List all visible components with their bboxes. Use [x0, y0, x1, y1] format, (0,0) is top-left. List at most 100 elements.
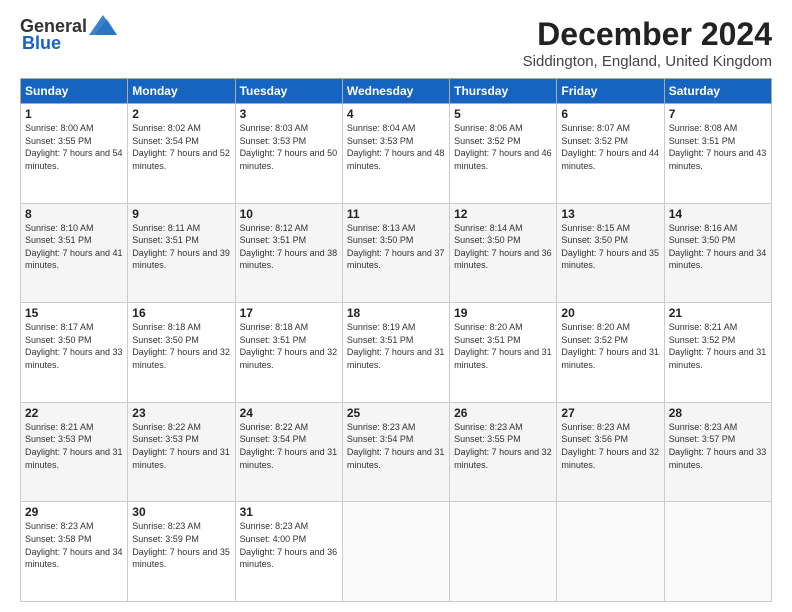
table-row: 19Sunrise: 8:20 AMSunset: 3:51 PMDayligh… [450, 303, 557, 403]
day-number: 5 [454, 107, 552, 121]
day-number: 23 [132, 406, 230, 420]
table-row: 28Sunrise: 8:23 AMSunset: 3:57 PMDayligh… [664, 402, 771, 502]
day-info: Sunrise: 8:23 AMSunset: 3:55 PMDaylight:… [454, 421, 552, 471]
day-number: 22 [25, 406, 123, 420]
day-number: 29 [25, 505, 123, 519]
header-wednesday: Wednesday [342, 79, 449, 104]
logo: General Blue [20, 16, 117, 54]
header-tuesday: Tuesday [235, 79, 342, 104]
day-number: 13 [561, 207, 659, 221]
calendar-row: 15Sunrise: 8:17 AMSunset: 3:50 PMDayligh… [21, 303, 772, 403]
day-info: Sunrise: 8:19 AMSunset: 3:51 PMDaylight:… [347, 321, 445, 371]
calendar-header-row: Sunday Monday Tuesday Wednesday Thursday… [21, 79, 772, 104]
day-info: Sunrise: 8:03 AMSunset: 3:53 PMDaylight:… [240, 122, 338, 172]
table-row: 11Sunrise: 8:13 AMSunset: 3:50 PMDayligh… [342, 203, 449, 303]
day-info: Sunrise: 8:23 AMSunset: 3:54 PMDaylight:… [347, 421, 445, 471]
table-row: 14Sunrise: 8:16 AMSunset: 3:50 PMDayligh… [664, 203, 771, 303]
day-info: Sunrise: 8:14 AMSunset: 3:50 PMDaylight:… [454, 222, 552, 272]
table-row: 20Sunrise: 8:20 AMSunset: 3:52 PMDayligh… [557, 303, 664, 403]
table-row: 3Sunrise: 8:03 AMSunset: 3:53 PMDaylight… [235, 104, 342, 204]
table-row: 17Sunrise: 8:18 AMSunset: 3:51 PMDayligh… [235, 303, 342, 403]
day-number: 16 [132, 306, 230, 320]
month-title: December 2024 [523, 16, 772, 53]
day-info: Sunrise: 8:08 AMSunset: 3:51 PMDaylight:… [669, 122, 767, 172]
day-info: Sunrise: 8:17 AMSunset: 3:50 PMDaylight:… [25, 321, 123, 371]
header-monday: Monday [128, 79, 235, 104]
day-info: Sunrise: 8:22 AMSunset: 3:53 PMDaylight:… [132, 421, 230, 471]
table-row [557, 502, 664, 602]
table-row: 6Sunrise: 8:07 AMSunset: 3:52 PMDaylight… [557, 104, 664, 204]
day-number: 31 [240, 505, 338, 519]
logo-icon [89, 15, 117, 35]
calendar-row: 29Sunrise: 8:23 AMSunset: 3:58 PMDayligh… [21, 502, 772, 602]
day-info: Sunrise: 8:02 AMSunset: 3:54 PMDaylight:… [132, 122, 230, 172]
location: Siddington, England, United Kingdom [523, 53, 772, 70]
table-row: 12Sunrise: 8:14 AMSunset: 3:50 PMDayligh… [450, 203, 557, 303]
day-number: 28 [669, 406, 767, 420]
table-row: 27Sunrise: 8:23 AMSunset: 3:56 PMDayligh… [557, 402, 664, 502]
table-row: 22Sunrise: 8:21 AMSunset: 3:53 PMDayligh… [21, 402, 128, 502]
title-area: December 2024 Siddington, England, Unite… [523, 16, 772, 70]
day-number: 27 [561, 406, 659, 420]
table-row: 13Sunrise: 8:15 AMSunset: 3:50 PMDayligh… [557, 203, 664, 303]
day-info: Sunrise: 8:04 AMSunset: 3:53 PMDaylight:… [347, 122, 445, 172]
header-thursday: Thursday [450, 79, 557, 104]
table-row: 23Sunrise: 8:22 AMSunset: 3:53 PMDayligh… [128, 402, 235, 502]
table-row: 31Sunrise: 8:23 AMSunset: 4:00 PMDayligh… [235, 502, 342, 602]
page: General Blue December 2024 Siddington, E… [0, 0, 792, 612]
table-row: 21Sunrise: 8:21 AMSunset: 3:52 PMDayligh… [664, 303, 771, 403]
day-number: 14 [669, 207, 767, 221]
day-number: 18 [347, 306, 445, 320]
day-info: Sunrise: 8:23 AMSunset: 3:57 PMDaylight:… [669, 421, 767, 471]
day-number: 8 [25, 207, 123, 221]
day-info: Sunrise: 8:18 AMSunset: 3:51 PMDaylight:… [240, 321, 338, 371]
day-number: 10 [240, 207, 338, 221]
day-number: 20 [561, 306, 659, 320]
day-info: Sunrise: 8:22 AMSunset: 3:54 PMDaylight:… [240, 421, 338, 471]
table-row: 30Sunrise: 8:23 AMSunset: 3:59 PMDayligh… [128, 502, 235, 602]
day-number: 26 [454, 406, 552, 420]
day-info: Sunrise: 8:16 AMSunset: 3:50 PMDaylight:… [669, 222, 767, 272]
day-info: Sunrise: 8:23 AMSunset: 4:00 PMDaylight:… [240, 520, 338, 570]
day-info: Sunrise: 8:06 AMSunset: 3:52 PMDaylight:… [454, 122, 552, 172]
table-row [664, 502, 771, 602]
table-row [342, 502, 449, 602]
calendar-row: 8Sunrise: 8:10 AMSunset: 3:51 PMDaylight… [21, 203, 772, 303]
table-row: 18Sunrise: 8:19 AMSunset: 3:51 PMDayligh… [342, 303, 449, 403]
day-number: 21 [669, 306, 767, 320]
table-row: 8Sunrise: 8:10 AMSunset: 3:51 PMDaylight… [21, 203, 128, 303]
day-number: 3 [240, 107, 338, 121]
day-info: Sunrise: 8:15 AMSunset: 3:50 PMDaylight:… [561, 222, 659, 272]
calendar: Sunday Monday Tuesday Wednesday Thursday… [20, 78, 772, 602]
day-info: Sunrise: 8:12 AMSunset: 3:51 PMDaylight:… [240, 222, 338, 272]
day-number: 15 [25, 306, 123, 320]
day-info: Sunrise: 8:00 AMSunset: 3:55 PMDaylight:… [25, 122, 123, 172]
table-row: 16Sunrise: 8:18 AMSunset: 3:50 PMDayligh… [128, 303, 235, 403]
day-info: Sunrise: 8:18 AMSunset: 3:50 PMDaylight:… [132, 321, 230, 371]
day-number: 11 [347, 207, 445, 221]
calendar-row: 22Sunrise: 8:21 AMSunset: 3:53 PMDayligh… [21, 402, 772, 502]
day-info: Sunrise: 8:23 AMSunset: 3:59 PMDaylight:… [132, 520, 230, 570]
table-row: 24Sunrise: 8:22 AMSunset: 3:54 PMDayligh… [235, 402, 342, 502]
table-row: 29Sunrise: 8:23 AMSunset: 3:58 PMDayligh… [21, 502, 128, 602]
day-number: 12 [454, 207, 552, 221]
header: General Blue December 2024 Siddington, E… [20, 16, 772, 70]
day-number: 30 [132, 505, 230, 519]
table-row: 5Sunrise: 8:06 AMSunset: 3:52 PMDaylight… [450, 104, 557, 204]
table-row: 25Sunrise: 8:23 AMSunset: 3:54 PMDayligh… [342, 402, 449, 502]
day-info: Sunrise: 8:23 AMSunset: 3:58 PMDaylight:… [25, 520, 123, 570]
table-row: 15Sunrise: 8:17 AMSunset: 3:50 PMDayligh… [21, 303, 128, 403]
day-number: 25 [347, 406, 445, 420]
day-number: 17 [240, 306, 338, 320]
logo-blue: Blue [22, 33, 61, 54]
header-saturday: Saturday [664, 79, 771, 104]
day-info: Sunrise: 8:07 AMSunset: 3:52 PMDaylight:… [561, 122, 659, 172]
table-row: 1Sunrise: 8:00 AMSunset: 3:55 PMDaylight… [21, 104, 128, 204]
calendar-row: 1Sunrise: 8:00 AMSunset: 3:55 PMDaylight… [21, 104, 772, 204]
day-info: Sunrise: 8:21 AMSunset: 3:52 PMDaylight:… [669, 321, 767, 371]
day-number: 24 [240, 406, 338, 420]
table-row: 7Sunrise: 8:08 AMSunset: 3:51 PMDaylight… [664, 104, 771, 204]
day-info: Sunrise: 8:11 AMSunset: 3:51 PMDaylight:… [132, 222, 230, 272]
day-number: 6 [561, 107, 659, 121]
day-info: Sunrise: 8:13 AMSunset: 3:50 PMDaylight:… [347, 222, 445, 272]
